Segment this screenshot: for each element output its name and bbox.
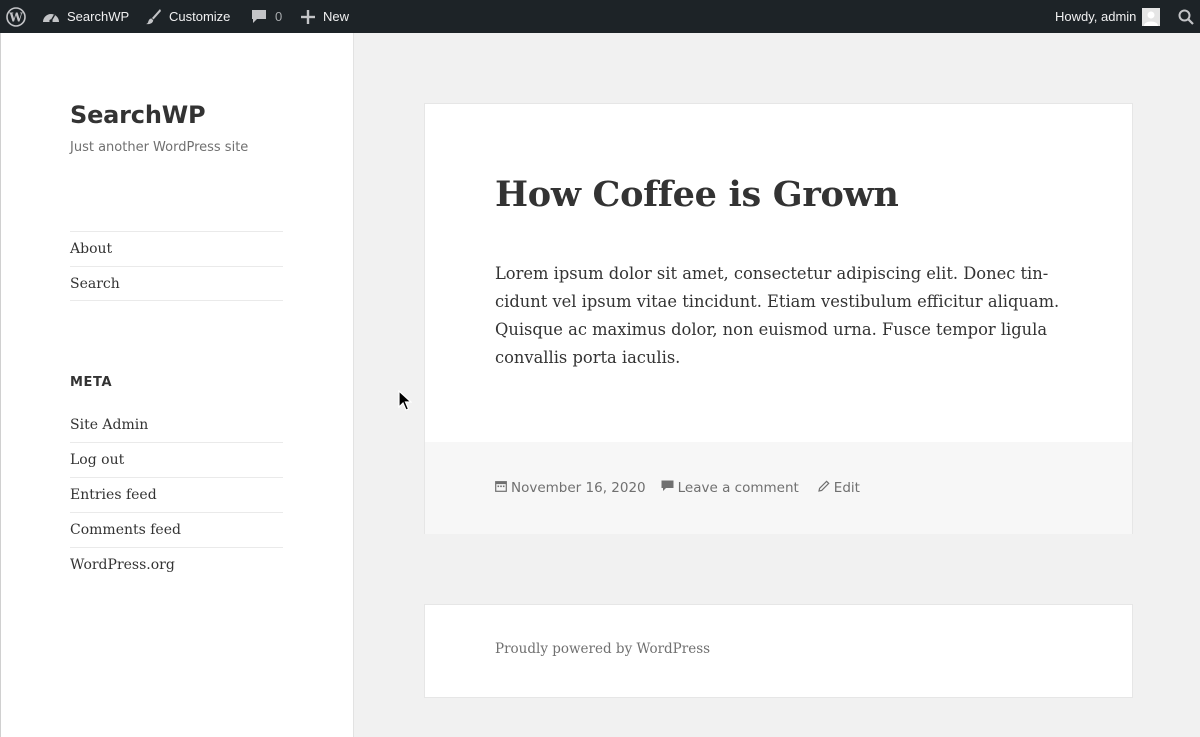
meta-link-comments-feed[interactable]: Comments feed — [70, 512, 283, 547]
powered-by-link[interactable]: Proudly powered by WordPress — [495, 641, 710, 657]
edit-post-link[interactable]: Edit — [818, 480, 860, 496]
meta-link-site-admin[interactable]: Site Admin — [70, 407, 283, 442]
dashboard-icon — [42, 9, 60, 25]
leave-comment-label: Leave a comment — [677, 480, 799, 496]
search-toggle[interactable] — [1178, 0, 1194, 33]
wordpress-logo-menu[interactable]: W — [6, 0, 26, 33]
my-account-menu[interactable]: Howdy, admin — [1055, 0, 1161, 33]
post-title[interactable]: How Coffee is Grown — [495, 174, 899, 215]
comment-bubble-icon — [251, 9, 267, 24]
site-footer: Proudly powered by WordPress — [424, 604, 1133, 698]
wordpress-logo-icon: W — [6, 6, 26, 27]
avatar — [1142, 7, 1161, 26]
site-tagline: Just another WordPress site — [70, 140, 249, 155]
menu-item-about[interactable]: About — [70, 231, 283, 266]
brush-icon — [145, 8, 162, 25]
meta-link-entries-feed[interactable]: Entries feed — [70, 477, 283, 512]
comment-icon — [661, 480, 678, 496]
site-name-menu[interactable]: SearchWP — [42, 0, 129, 33]
pencil-icon — [818, 480, 834, 496]
post-date-link[interactable]: November 16, 2020 — [495, 480, 646, 496]
plus-icon — [301, 9, 315, 24]
leave-comment-link[interactable]: Leave a comment — [661, 480, 799, 496]
calendar-icon — [495, 480, 511, 496]
edit-label: Edit — [833, 480, 860, 496]
new-label: New — [323, 9, 350, 24]
site-name-label: SearchWP — [67, 9, 130, 24]
mouse-cursor-icon — [398, 389, 413, 416]
greeting-label: Howdy, admin — [1055, 9, 1137, 24]
post-card: How Coffee is Grown Lorem ipsum dolor si… — [424, 103, 1133, 534]
new-content-menu[interactable]: New — [301, 0, 349, 33]
post-date: November 16, 2020 — [511, 480, 646, 496]
meta-widget-title: META — [70, 375, 113, 390]
meta-widget-list: Site Admin Log out Entries feed Comments… — [70, 407, 283, 582]
svg-text:W: W — [8, 10, 23, 24]
search-icon — [1178, 9, 1194, 25]
admin-bar: W SearchWP Customize 0 New Howdy, admin — [0, 0, 1200, 33]
meta-link-log-out[interactable]: Log out — [70, 442, 283, 477]
meta-link-wordpress-org[interactable]: WordPress.org — [70, 547, 283, 582]
post-meta-footer: November 16, 2020 Leave a comment Edit — [425, 442, 1132, 534]
sidebar: SearchWP Just another WordPress site Abo… — [0, 33, 354, 737]
comments-link[interactable]: 0 — [251, 0, 282, 33]
customize-link[interactable]: Customize — [145, 0, 230, 33]
menu-item-search[interactable]: Search — [70, 266, 283, 301]
comments-count: 0 — [275, 9, 283, 24]
post-content: Lorem ipsum dolor sit amet, consectetur … — [495, 264, 1060, 367]
site-title[interactable]: SearchWP — [70, 101, 206, 129]
customize-label: Customize — [169, 9, 231, 24]
primary-menu: About Search — [70, 231, 283, 301]
